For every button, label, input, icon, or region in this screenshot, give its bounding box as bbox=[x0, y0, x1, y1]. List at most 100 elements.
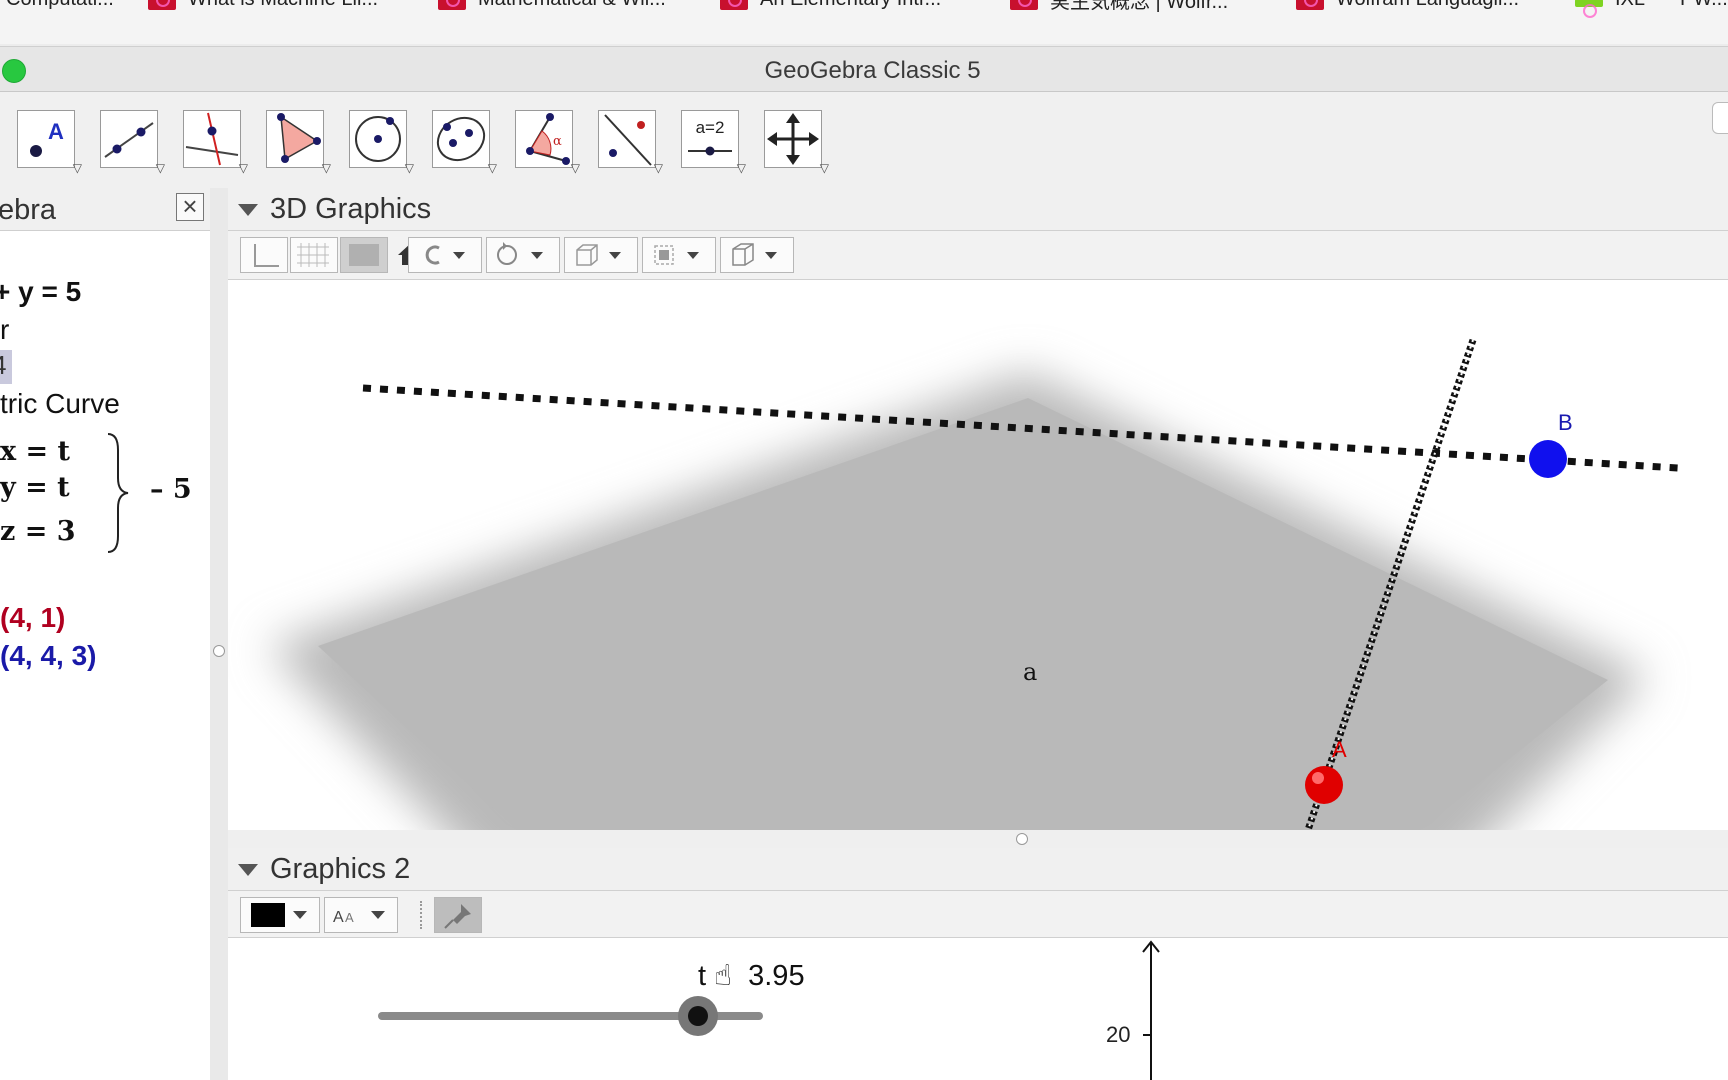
bookmark-label: IXL bbox=[1615, 0, 1645, 11]
algebra-item-point-b[interactable]: (4, 4, 3) bbox=[0, 640, 96, 672]
axes-icon bbox=[254, 244, 279, 267]
bookmark-label: Mathematical & Wil... bbox=[478, 0, 666, 11]
curve-z-component: z = 3 bbox=[0, 516, 76, 547]
circle-icon bbox=[355, 116, 401, 162]
close-icon[interactable]: × bbox=[176, 193, 204, 221]
color-swatch-icon bbox=[251, 903, 307, 927]
algebra-view-header: ebra × bbox=[0, 188, 210, 231]
graphics3d-style-bar bbox=[228, 231, 1728, 280]
move-arrows-icon bbox=[767, 113, 819, 165]
curve-parameter-range: – 5 bbox=[150, 474, 192, 505]
graphics2-title: Graphics 2 bbox=[270, 853, 411, 885]
wolfram-icon bbox=[1296, 0, 1324, 10]
window-title: GeoGebra Classic 5 bbox=[764, 57, 981, 84]
dropdown-triangle-icon: ▽ bbox=[819, 161, 829, 175]
bookmark-item[interactable]: Wolfram Languagii... bbox=[1296, 0, 1519, 11]
ixl-icon bbox=[1575, 0, 1603, 18]
graphics3d-view[interactable]: B A a bbox=[228, 280, 1728, 830]
splitter-handle[interactable] bbox=[213, 645, 225, 657]
auto-rotate-dropdown[interactable] bbox=[486, 237, 560, 273]
plane-icon bbox=[349, 244, 379, 266]
rotate-view-icon bbox=[425, 245, 465, 265]
panel-splitter[interactable] bbox=[210, 188, 228, 1080]
line-tool[interactable]: ▽ bbox=[100, 110, 165, 175]
algebra-item-curve-type: tric Curve bbox=[0, 388, 120, 419]
algebra-view: ebra × bbox=[0, 188, 211, 1080]
auto-rotate-icon bbox=[497, 242, 543, 265]
bookmark-label: What is Machine Lii... bbox=[188, 0, 378, 11]
bookmark-label: Computati... bbox=[6, 0, 114, 11]
graphics2-header: Graphics 2 bbox=[228, 848, 1728, 891]
dropdown-triangle-icon: ▽ bbox=[321, 161, 331, 175]
toggle-plane-button[interactable] bbox=[340, 237, 388, 273]
clipping-dropdown[interactable] bbox=[564, 237, 638, 273]
dropdown-triangle-icon: ▽ bbox=[238, 161, 248, 175]
algebra-item-equation[interactable]: + y = 5 bbox=[0, 276, 81, 308]
polygon-icon bbox=[277, 113, 321, 163]
conic-tool[interactable]: ▽ bbox=[432, 110, 497, 175]
projection-dropdown[interactable] bbox=[720, 237, 794, 273]
bookmark-item[interactable]: PW... bbox=[1680, 0, 1728, 11]
point-b-label: B bbox=[1558, 410, 1573, 435]
graphics2-view[interactable]: t ☝ 3.95 20 bbox=[228, 938, 1728, 1080]
color-dropdown[interactable] bbox=[240, 897, 320, 933]
bookmark-label: An Elementary Intr... bbox=[760, 0, 941, 11]
point-b[interactable] bbox=[1529, 440, 1567, 478]
graphics2-axes bbox=[1142, 940, 1160, 1080]
bookmark-item[interactable]: What is Machine Lii... bbox=[148, 0, 378, 11]
angle-tool[interactable]: α ▽ bbox=[515, 110, 580, 175]
bookmark-item[interactable]: Mathematical & Wil... bbox=[438, 0, 666, 11]
point-icon: A bbox=[30, 119, 64, 157]
wolfram-icon bbox=[438, 0, 466, 10]
polygon-tool[interactable]: ▽ bbox=[266, 110, 331, 175]
graphics3d-canvas[interactable]: B A a bbox=[228, 280, 1728, 830]
slider-tool[interactable]: a=2 ▽ bbox=[681, 110, 746, 175]
bookmark-item[interactable]: Computati... bbox=[6, 0, 114, 11]
frame-icon bbox=[654, 245, 699, 265]
bookmark-item[interactable]: An Elementary Intr... bbox=[720, 0, 941, 11]
bookmark-label: PW... bbox=[1680, 0, 1728, 11]
reflect-icon bbox=[604, 114, 652, 166]
algebra-item-selected[interactable]: 4 bbox=[0, 350, 12, 384]
toggle-grid-button[interactable] bbox=[290, 237, 338, 273]
bookmark-item[interactable]: 実生気概念 | Wolfr... bbox=[1010, 0, 1228, 13]
collapse-triangle-icon[interactable] bbox=[238, 864, 258, 876]
rotation-mode-dropdown[interactable] bbox=[408, 237, 482, 273]
dropdown-triangle-icon: ▽ bbox=[404, 161, 414, 175]
tool-label: A bbox=[48, 119, 64, 144]
dropdown-triangle-icon: ▽ bbox=[570, 161, 580, 175]
plane-label: a bbox=[1023, 658, 1037, 686]
cube-clip-icon bbox=[576, 244, 621, 266]
toolbar-options-button[interactable] bbox=[1712, 102, 1728, 134]
dropdown-triangle-icon: ▽ bbox=[653, 161, 663, 175]
tool-label: α bbox=[553, 134, 562, 149]
wolfram-icon bbox=[148, 0, 176, 10]
circle-tool[interactable]: ▽ bbox=[349, 110, 414, 175]
toggle-axes-button[interactable] bbox=[240, 237, 288, 273]
text-style-dropdown[interactable]: A A bbox=[324, 897, 398, 933]
reflect-tool[interactable]: ▽ bbox=[598, 110, 663, 175]
pin-button[interactable] bbox=[434, 897, 482, 933]
wolfram-icon bbox=[720, 0, 748, 10]
svg-text:A: A bbox=[345, 910, 354, 925]
svg-text:A: A bbox=[333, 909, 344, 926]
point-a-label: A bbox=[1332, 737, 1347, 762]
move-graphics-tool[interactable]: ▽ bbox=[764, 110, 829, 175]
splitter-handle[interactable] bbox=[1016, 833, 1028, 845]
tool-label: a=2 bbox=[696, 118, 725, 137]
view-in-front-dropdown[interactable] bbox=[642, 237, 716, 273]
perpendicular-icon bbox=[185, 112, 239, 166]
bookmark-item[interactable]: IXL bbox=[1575, 0, 1645, 18]
horizontal-splitter[interactable] bbox=[228, 830, 1728, 848]
point-tool[interactable]: A ▽ bbox=[17, 110, 82, 175]
curve-y-component: y = t bbox=[0, 472, 70, 503]
browser-bookmarks-bar: Computati... What is Machine Lii... Math… bbox=[0, 0, 1728, 44]
bookmark-label: Wolfram Languagii... bbox=[1336, 0, 1519, 11]
point-a[interactable] bbox=[1305, 766, 1343, 804]
algebra-item-point-a[interactable]: (4, 1) bbox=[0, 602, 65, 634]
perpendicular-line-tool[interactable]: ▽ bbox=[183, 110, 248, 175]
style-bar-separator bbox=[420, 901, 424, 929]
ellipse-icon bbox=[436, 116, 486, 162]
algebra-item-label: r bbox=[0, 314, 10, 345]
collapse-triangle-icon[interactable] bbox=[238, 204, 258, 216]
